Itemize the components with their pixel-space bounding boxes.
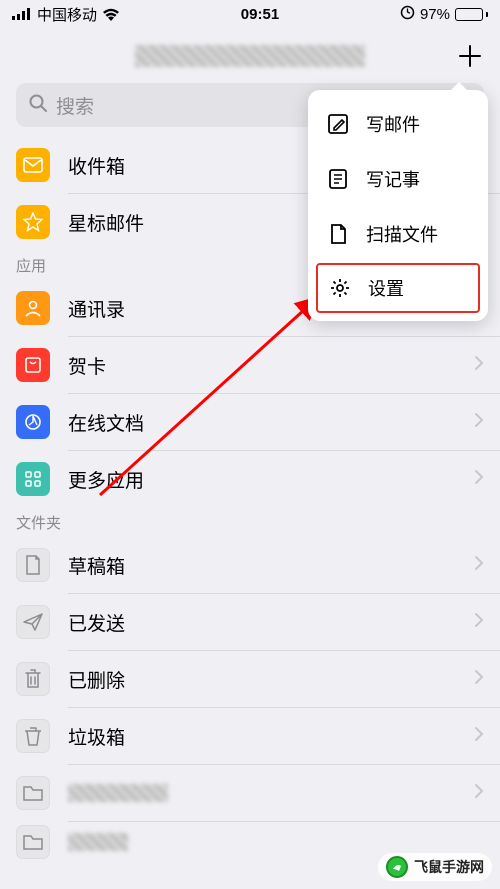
search-placeholder: 搜索 (56, 92, 94, 119)
signal-icon (12, 8, 32, 20)
carrier-label: 中国移动 (37, 4, 97, 25)
custom-folder-label-blurred (68, 784, 168, 802)
battery-icon (455, 8, 488, 21)
folder-icon (16, 776, 50, 810)
sidebar-item-custom-1[interactable] (0, 765, 500, 821)
watermark-badge-icon (386, 856, 408, 878)
chevron-right-icon (474, 412, 484, 433)
header (0, 28, 500, 83)
sidebar-item-deleted[interactable]: 已删除 (0, 651, 500, 707)
trash-label: 垃圾箱 (68, 723, 474, 750)
scan-label: 扫描文件 (366, 221, 438, 247)
star-icon (16, 205, 50, 239)
doc-icon (16, 405, 50, 439)
section-header-folders: 文件夹 (0, 507, 500, 537)
mail-icon (16, 148, 50, 182)
battery-percent-label: 97% (420, 6, 450, 23)
sidebar-item-drafts[interactable]: 草稿箱 (0, 537, 500, 593)
deleted-label: 已删除 (68, 666, 474, 693)
chevron-right-icon (474, 669, 484, 690)
note-icon (326, 167, 350, 191)
sidebar-item-trash[interactable]: 垃圾箱 (0, 708, 500, 764)
menu-item-scan[interactable]: 扫描文件 (308, 206, 488, 261)
more-apps-label: 更多应用 (68, 466, 474, 493)
chevron-right-icon (474, 555, 484, 576)
gear-icon (328, 276, 352, 300)
chevron-right-icon (474, 355, 484, 376)
chevron-right-icon (474, 469, 484, 490)
sidebar-item-sent[interactable]: 已发送 (0, 594, 500, 650)
chevron-right-icon (474, 783, 484, 804)
settings-label: 设置 (368, 275, 404, 301)
watermark: 飞鼠手游网 (378, 853, 492, 881)
more-apps-icon (16, 462, 50, 496)
drafts-icon (16, 548, 50, 582)
sent-icon (16, 605, 50, 639)
note-label: 写记事 (366, 166, 420, 192)
header-title-blurred (135, 45, 365, 67)
menu-item-settings[interactable]: 设置 (316, 263, 480, 313)
sidebar-item-card[interactable]: 贺卡 (0, 337, 500, 393)
card-label: 贺卡 (68, 352, 474, 379)
sidebar-item-more[interactable]: 更多应用 (0, 451, 500, 507)
dropdown-menu: 写邮件 写记事 扫描文件 设置 (308, 90, 488, 321)
clock-label: 09:51 (241, 6, 279, 23)
status-bar: 中国移动 09:51 97% (0, 0, 500, 28)
rotation-lock-icon (400, 5, 415, 24)
drafts-label: 草稿箱 (68, 552, 474, 579)
card-icon (16, 348, 50, 382)
doc-label: 在线文档 (68, 409, 474, 436)
watermark-text: 飞鼠手游网 (414, 857, 484, 877)
add-button[interactable] (456, 42, 484, 70)
wifi-icon (102, 8, 120, 21)
chevron-right-icon (474, 612, 484, 633)
search-icon (28, 93, 48, 118)
compose-label: 写邮件 (366, 111, 420, 137)
folder-icon (16, 825, 50, 859)
chevron-right-icon (474, 726, 484, 747)
contacts-icon (16, 291, 50, 325)
menu-item-compose[interactable]: 写邮件 (308, 96, 488, 151)
trash-icon (16, 719, 50, 753)
sidebar-item-doc[interactable]: 在线文档 (0, 394, 500, 450)
sent-label: 已发送 (68, 609, 474, 636)
compose-icon (326, 112, 350, 136)
custom-folder-label-blurred (68, 833, 128, 851)
scan-icon (326, 222, 350, 246)
menu-item-note[interactable]: 写记事 (308, 151, 488, 206)
deleted-icon (16, 662, 50, 696)
